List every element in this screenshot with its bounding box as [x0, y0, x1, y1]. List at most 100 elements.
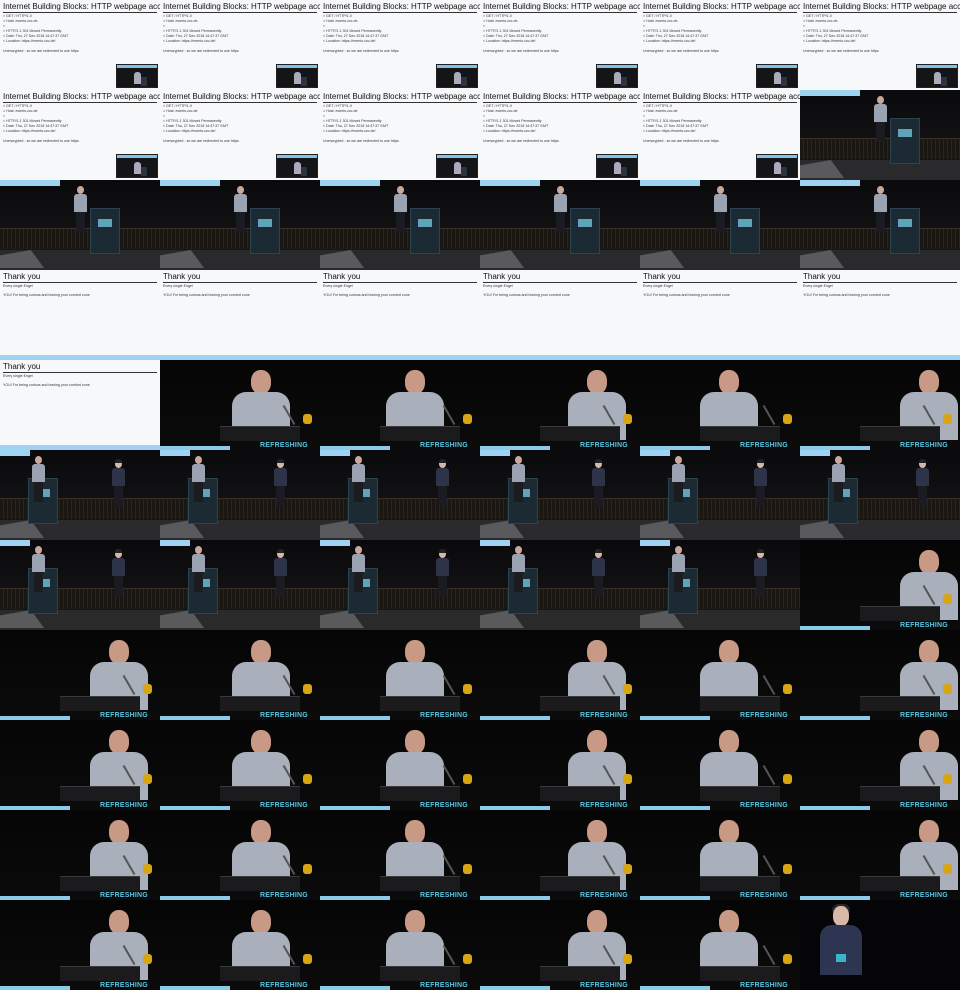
video-frame[interactable]: Thank you Every single Engel YOU! For bein…: [800, 270, 960, 360]
video-frame[interactable]: REFRESHING: [480, 900, 640, 990]
video-frame[interactable]: Thank you Every single Engel YOU! For bein…: [0, 270, 160, 360]
speaker-torso: [754, 558, 767, 576]
video-frame[interactable]: REFRESHING: [320, 810, 480, 900]
video-frame[interactable]: [320, 540, 480, 630]
video-frame[interactable]: REFRESHING: [800, 540, 960, 630]
video-frame[interactable]: REFRESHING: [160, 360, 320, 450]
video-frame[interactable]: [480, 450, 640, 540]
video-frame[interactable]: Thank you Every single Engel YOU! For bein…: [160, 270, 320, 360]
video-frame[interactable]: [800, 180, 960, 270]
slide-title: Thank you: [483, 272, 521, 281]
video-frame[interactable]: [0, 180, 160, 270]
video-frame[interactable]: REFRESHING: [800, 630, 960, 720]
lectern-logo: [738, 219, 752, 227]
pip-screen: [757, 155, 797, 158]
video-frame[interactable]: Thank you Every single Engel YOU! For bein…: [0, 360, 160, 450]
brand-text: REFRESHING: [100, 892, 148, 899]
video-frame[interactable]: REFRESHING: [0, 720, 160, 810]
speaker-head: [355, 456, 362, 464]
pip-screen: [117, 155, 157, 158]
video-frame[interactable]: REFRESHING: [320, 360, 480, 450]
video-frame[interactable]: REFRESHING: [800, 720, 960, 810]
video-frame[interactable]: REFRESHING: [480, 720, 640, 810]
slide-title: Internet Building Blocks: HTTP webpage a…: [643, 92, 800, 101]
video-frame[interactable]: Internet Building Blocks: HTTP webpage a…: [800, 0, 960, 90]
video-frame[interactable]: [800, 900, 960, 990]
speaker-torso: [512, 464, 525, 482]
video-frame[interactable]: REFRESHING: [480, 630, 640, 720]
video-frame[interactable]: [480, 180, 640, 270]
thumbnail-grid: Internet Building Blocks: HTTP webpage a…: [0, 0, 960, 990]
speaker-legs: [674, 482, 683, 502]
video-frame[interactable]: [160, 450, 320, 540]
video-frame[interactable]: [640, 450, 800, 540]
video-frame[interactable]: REFRESHING: [0, 810, 160, 900]
video-frame[interactable]: Internet Building Blocks: HTTP webpage a…: [160, 0, 320, 90]
video-frame[interactable]: REFRESHING: [800, 810, 960, 900]
pip-screen: [757, 65, 797, 68]
video-frame[interactable]: Internet Building Blocks: HTTP webpage a…: [640, 0, 800, 90]
speaker-head: [515, 456, 522, 464]
video-frame[interactable]: REFRESHING: [640, 630, 800, 720]
video-frame[interactable]: [480, 540, 640, 630]
video-frame[interactable]: [0, 540, 160, 630]
video-frame[interactable]: Internet Building Blocks: HTTP webpage a…: [640, 90, 800, 180]
video-frame[interactable]: REFRESHING: [320, 900, 480, 990]
speaker-legs: [834, 482, 843, 502]
video-frame[interactable]: REFRESHING: [640, 900, 800, 990]
video-frame[interactable]: Internet Building Blocks: HTTP webpage a…: [480, 90, 640, 180]
brand-text: REFRESHING: [260, 892, 308, 899]
speaker-woman: [436, 549, 449, 596]
video-frame[interactable]: REFRESHING: [480, 810, 640, 900]
stage-railing: [160, 498, 320, 519]
slide-line: YOU! For being curious and leaving your …: [323, 293, 410, 297]
video-frame[interactable]: Internet Building Blocks: HTTP webpage a…: [160, 90, 320, 180]
video-frame[interactable]: REFRESHING: [640, 720, 800, 810]
microphone: [762, 764, 776, 786]
slide-title: Internet Building Blocks: HTTP webpage a…: [3, 2, 160, 11]
video-frame[interactable]: Internet Building Blocks: HTTP webpage a…: [0, 90, 160, 180]
video-frame[interactable]: REFRESHING: [0, 900, 160, 990]
slide-note: Unencrypted - so we are redirected to us…: [3, 49, 79, 53]
lectern-logo: [98, 219, 112, 227]
video-frame[interactable]: Internet Building Blocks: HTTP webpage a…: [320, 0, 480, 90]
video-frame[interactable]: [160, 180, 320, 270]
video-frame[interactable]: Thank you Every single Engel YOU! For bein…: [320, 270, 480, 360]
video-frame[interactable]: REFRESHING: [160, 630, 320, 720]
video-frame[interactable]: [800, 90, 960, 180]
video-frame[interactable]: REFRESHING: [480, 360, 640, 450]
video-frame[interactable]: Internet Building Blocks: HTTP webpage a…: [480, 0, 640, 90]
speaker-man: [714, 186, 727, 232]
speaker-torso: [192, 554, 205, 572]
slide-divider: [323, 102, 477, 103]
video-frame[interactable]: REFRESHING: [0, 630, 160, 720]
video-frame[interactable]: Thank you Every single Engel YOU! For bein…: [480, 270, 640, 360]
video-frame[interactable]: REFRESHING: [800, 360, 960, 450]
lucky-cat-figure: [303, 954, 312, 964]
speaker-hair: [277, 549, 284, 553]
stage-railing: [0, 498, 160, 519]
video-frame[interactable]: [800, 450, 960, 540]
brand-text: REFRESHING: [420, 712, 468, 719]
video-frame[interactable]: REFRESHING: [640, 360, 800, 450]
video-frame[interactable]: [320, 450, 480, 540]
video-frame[interactable]: Internet Building Blocks: HTTP webpage a…: [320, 90, 480, 180]
slide-note: Unencrypted - so we are redirected to us…: [483, 49, 559, 53]
lectern-top: [540, 966, 620, 981]
speaker-man: [192, 456, 205, 502]
video-frame[interactable]: [640, 540, 800, 630]
video-frame[interactable]: REFRESHING: [320, 630, 480, 720]
video-frame[interactable]: Thank you Every single Engel YOU! For bein…: [640, 270, 800, 360]
brand-text: REFRESHING: [100, 712, 148, 719]
video-frame[interactable]: REFRESHING: [160, 810, 320, 900]
lucky-cat-figure: [303, 414, 312, 424]
video-frame[interactable]: [160, 540, 320, 630]
video-frame[interactable]: REFRESHING: [160, 900, 320, 990]
video-frame[interactable]: REFRESHING: [320, 720, 480, 810]
video-frame[interactable]: [0, 450, 160, 540]
video-frame[interactable]: REFRESHING: [160, 720, 320, 810]
video-frame[interactable]: Internet Building Blocks: HTTP webpage a…: [0, 0, 160, 90]
video-frame[interactable]: REFRESHING: [640, 810, 800, 900]
video-frame[interactable]: [640, 180, 800, 270]
video-frame[interactable]: [320, 180, 480, 270]
